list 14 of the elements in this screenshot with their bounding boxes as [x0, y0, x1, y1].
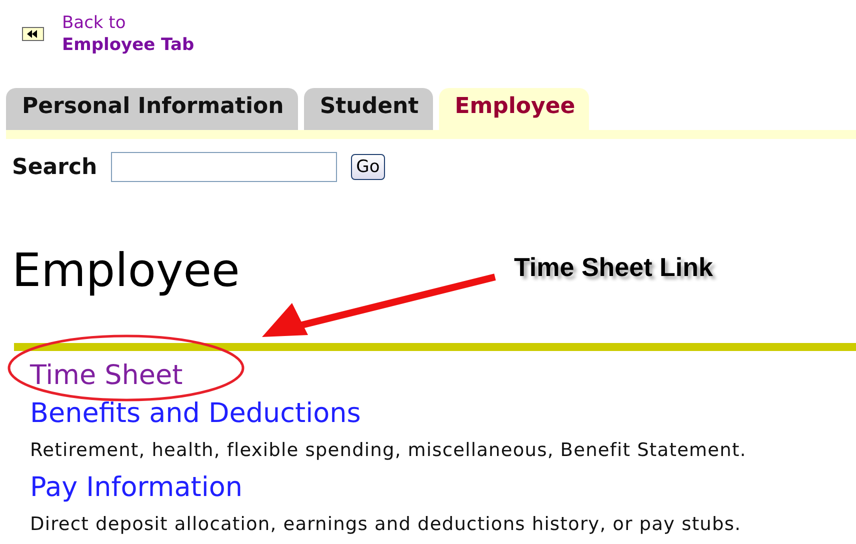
- tab[interactable]: Employee: [438, 88, 590, 130]
- tab[interactable]: Student: [304, 88, 433, 130]
- rewind-icon[interactable]: [22, 27, 44, 41]
- link-description: Retirement, health, flexible spending, miscellaneous, Benefit Statement.: [30, 439, 746, 463]
- menu-link[interactable]: Pay Information: [30, 469, 242, 507]
- go-button[interactable]: Go: [351, 154, 385, 180]
- link-description: Direct deposit allocation, earnings and deductions history, or pay stubs.: [30, 513, 742, 537]
- tab[interactable]: Personal Information: [6, 88, 298, 130]
- back-link[interactable]: Back to Employee Tab: [62, 12, 194, 56]
- menu-link[interactable]: Benefits and Deductions: [30, 395, 361, 433]
- page-heading: Employee: [12, 243, 240, 297]
- annotation-label: Time Sheet Link: [514, 252, 713, 283]
- search-label: Search: [12, 154, 98, 180]
- search-field[interactable]: [111, 152, 338, 182]
